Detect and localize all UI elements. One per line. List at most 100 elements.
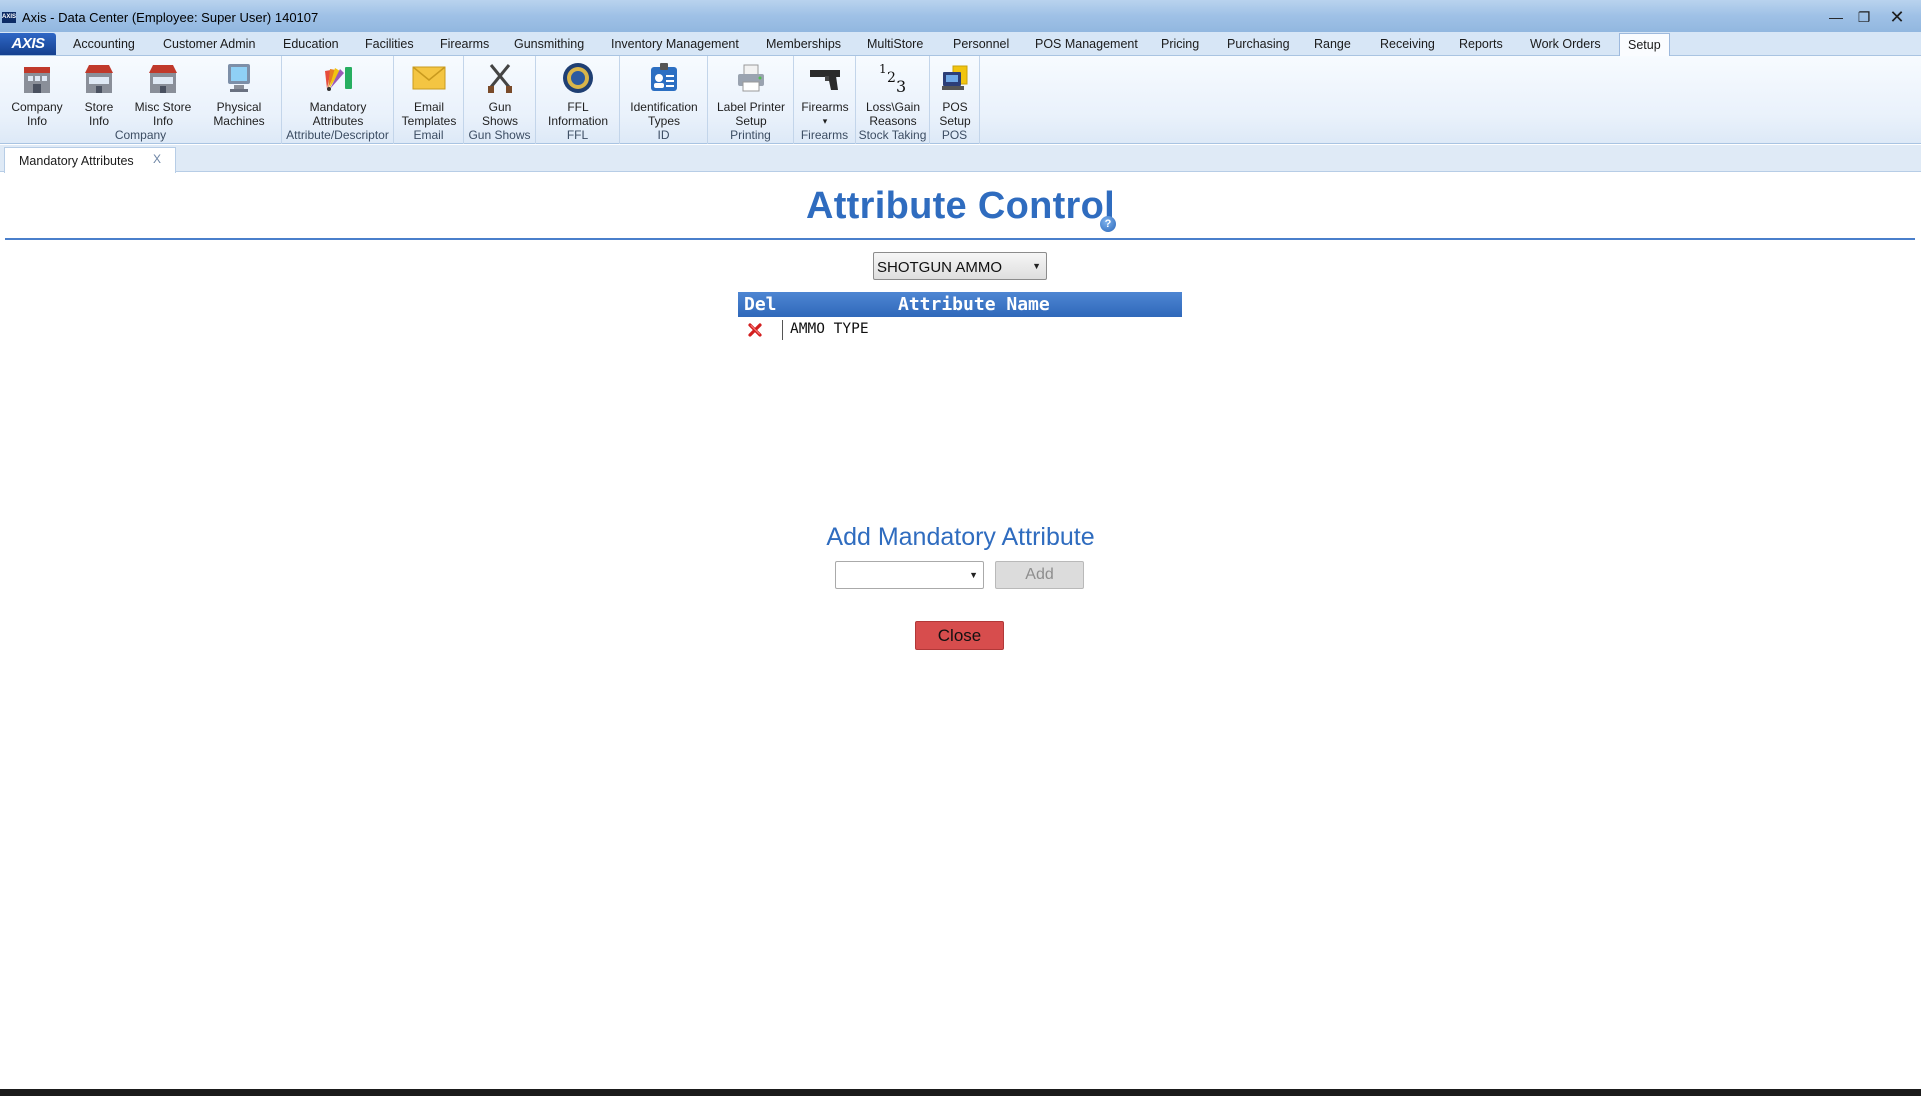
menu-tab-reports[interactable]: Reports bbox=[1459, 35, 1503, 53]
ribbon-label: Types bbox=[647, 114, 680, 128]
menu-tab-customer-admin[interactable]: Customer Admin bbox=[163, 35, 255, 53]
doc-tab-mandatory-attributes[interactable]: Mandatory Attributes X bbox=[4, 147, 176, 173]
close-button[interactable]: Close bbox=[915, 621, 1004, 650]
menu-tab-setup[interactable]: Setup bbox=[1619, 33, 1670, 57]
menu-tab-receiving[interactable]: Receiving bbox=[1380, 35, 1435, 53]
gun-shows-button[interactable]: Gun Shows bbox=[472, 58, 528, 128]
ribbon-group-label: Printing bbox=[730, 128, 771, 142]
ribbon-label: Mandatory bbox=[309, 100, 367, 114]
attribute-grid-header: Del Attribute Name bbox=[738, 292, 1182, 317]
id-badge-icon bbox=[647, 60, 681, 96]
menu-tab-inventory-management[interactable]: Inventory Management bbox=[611, 35, 739, 53]
misc-store-info-button[interactable]: Misc Store Info bbox=[130, 58, 196, 128]
pos-setup-button[interactable]: POS Setup bbox=[934, 58, 976, 128]
menu-tab-gunsmithing[interactable]: Gunsmithing bbox=[514, 35, 584, 53]
pistol-icon bbox=[808, 60, 842, 96]
pos-terminal-icon bbox=[938, 60, 972, 96]
add-button[interactable]: Add bbox=[995, 561, 1084, 589]
menu-tab-pricing[interactable]: Pricing bbox=[1161, 35, 1199, 53]
ribbon-group-attribute-descriptor: Mandatory Attributes Attribute/Descripto… bbox=[282, 56, 394, 144]
chevron-down-icon: ▼ bbox=[1032, 261, 1041, 271]
ribbon-label: Machines bbox=[213, 114, 265, 128]
ribbon-group-label: POS bbox=[941, 128, 968, 142]
store-icon bbox=[82, 60, 116, 96]
minimize-icon[interactable]: — bbox=[1823, 8, 1849, 26]
category-select-value: SHOTGUN AMMO bbox=[877, 259, 1003, 276]
menu-tab-purchasing[interactable]: Purchasing bbox=[1227, 35, 1290, 53]
chevron-down-icon: ▾ bbox=[822, 116, 828, 126]
ribbon-label: Gun bbox=[488, 100, 512, 114]
ribbon-group-label: FFL bbox=[566, 128, 589, 142]
ffl-information-button[interactable]: FFL Information bbox=[540, 58, 616, 128]
ribbon-label: Email bbox=[413, 100, 444, 114]
ribbon-group-label: Firearms bbox=[800, 128, 849, 142]
menu-tab-accounting[interactable]: Accounting bbox=[73, 35, 135, 53]
store-icon bbox=[146, 60, 180, 96]
restore-icon[interactable]: ❐ bbox=[1851, 8, 1877, 26]
ribbon-label: Info bbox=[26, 114, 47, 128]
seal-icon bbox=[561, 60, 595, 96]
ribbon-label: Attributes bbox=[312, 114, 364, 128]
store-info-button[interactable]: Store Info bbox=[74, 58, 124, 128]
menu-tab-work-orders[interactable]: Work Orders bbox=[1530, 35, 1601, 53]
email-templates-button[interactable]: Email Templates bbox=[398, 58, 460, 128]
add-attribute-select[interactable]: ▼ bbox=[835, 561, 984, 589]
ribbon-label: Info bbox=[88, 114, 109, 128]
svg-text:1: 1 bbox=[879, 62, 887, 76]
svg-text:2: 2 bbox=[887, 70, 896, 86]
ribbon-group-label: Attribute/Descriptor bbox=[286, 128, 389, 142]
table-row: AMMO TYPE bbox=[738, 318, 1182, 342]
physical-machines-button[interactable]: Physical Machines bbox=[206, 58, 272, 128]
app-icon: AXIS bbox=[2, 12, 16, 23]
menu-tab-education[interactable]: Education bbox=[283, 35, 339, 53]
mandatory-attributes-button[interactable]: Mandatory Attributes bbox=[302, 58, 374, 128]
ribbon-label: Shows bbox=[481, 114, 519, 128]
ribbon-group-firearms: Firearms ▾ Firearms bbox=[794, 56, 856, 144]
ribbon-label: Reasons bbox=[869, 114, 917, 128]
category-select[interactable]: SHOTGUN AMMO ▼ bbox=[873, 252, 1047, 280]
help-icon[interactable]: ? bbox=[1100, 216, 1116, 232]
ribbon-group-id: Identification Types ID bbox=[620, 56, 708, 144]
company-info-button[interactable]: Company Info bbox=[6, 58, 68, 128]
label-printer-setup-button[interactable]: Label Printer Setup bbox=[712, 58, 790, 128]
menu-tab-multistore[interactable]: MultiStore bbox=[867, 35, 923, 53]
ribbon-group-company: Company Info Store Info Misc Store Info … bbox=[0, 56, 282, 144]
document-tab-strip: Mandatory Attributes X bbox=[0, 145, 1921, 173]
ribbon-label: Identification bbox=[630, 100, 698, 114]
menu-tab-pos-management[interactable]: POS Management bbox=[1035, 35, 1138, 53]
ribbon-label: Setup bbox=[735, 114, 767, 128]
axis-logo[interactable]: AXIS bbox=[0, 33, 56, 55]
building-icon bbox=[20, 60, 54, 96]
ribbon-label: Info bbox=[152, 114, 173, 128]
identification-types-button[interactable]: Identification Types bbox=[624, 58, 704, 128]
ribbon-group-label: ID bbox=[657, 128, 670, 142]
bottom-border bbox=[0, 1089, 1921, 1096]
menu-tab-range[interactable]: Range bbox=[1314, 35, 1351, 53]
ribbon-label: Loss\Gain bbox=[865, 100, 921, 114]
ribbon-label: Store bbox=[84, 100, 114, 114]
ribbon-label: Label Printer bbox=[716, 100, 786, 114]
ribbon-label: Setup bbox=[939, 114, 971, 128]
title-divider bbox=[5, 238, 1915, 240]
firearms-dropdown-button[interactable]: Firearms ▾ bbox=[798, 58, 852, 128]
ribbon-group-label: Gun Shows bbox=[468, 128, 531, 142]
menu-tab-firearms[interactable]: Firearms bbox=[440, 35, 489, 53]
ribbon-group-gun-shows: Gun Shows Gun Shows bbox=[464, 56, 536, 144]
close-window-icon[interactable]: ✕ bbox=[1879, 8, 1915, 26]
ribbon-group-label: Stock Taking bbox=[858, 128, 927, 142]
close-tab-icon[interactable]: X bbox=[153, 152, 161, 166]
ribbon-group-pos: POS Setup POS bbox=[930, 56, 980, 144]
loss-gain-reasons-button[interactable]: 123 Loss\Gain Reasons bbox=[860, 58, 926, 128]
menu-tab-personnel[interactable]: Personnel bbox=[953, 35, 1009, 53]
chevron-down-icon: ▼ bbox=[969, 570, 978, 580]
menu-tab-facilities[interactable]: Facilities bbox=[365, 35, 414, 53]
monitor-icon bbox=[222, 60, 256, 96]
row-divider bbox=[782, 320, 783, 340]
ribbon-label: Misc Store bbox=[134, 100, 192, 114]
column-header-attribute-name: Attribute Name bbox=[898, 294, 1050, 315]
svg-text:3: 3 bbox=[896, 77, 906, 95]
ribbon-label: Company bbox=[11, 100, 63, 114]
menu-tab-memberships[interactable]: Memberships bbox=[766, 35, 841, 53]
color-fan-icon bbox=[321, 60, 355, 96]
delete-icon[interactable] bbox=[747, 322, 763, 338]
